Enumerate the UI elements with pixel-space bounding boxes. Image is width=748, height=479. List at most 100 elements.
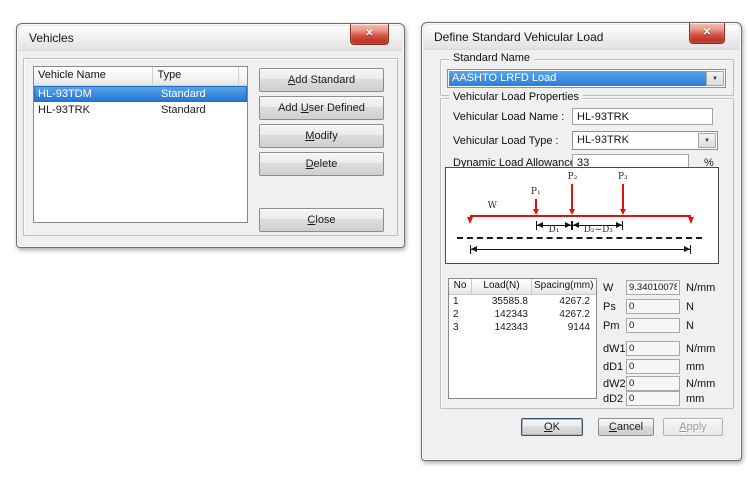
table-row[interactable]: 2 142343 4267.2 — [449, 308, 596, 321]
arrow-head — [684, 246, 690, 252]
p2-load-arrow — [569, 184, 575, 215]
ps-field-input[interactable] — [626, 299, 680, 314]
load-type-combobox[interactable]: HL-93TRK ▼ — [572, 131, 718, 150]
column-header-no[interactable]: No — [449, 279, 472, 294]
distributed-load-line — [470, 215, 690, 217]
dimension-line — [471, 249, 689, 250]
p3-load-label: P₃ — [618, 172, 628, 182]
apply-button[interactable]: Apply — [663, 418, 723, 436]
dd2-field-label: dD2 — [603, 393, 626, 405]
define-vehicular-load-dialog: Define Standard Vehicular Load ✕ Standar… — [421, 22, 742, 461]
vehicular-load-diagram: W P₁ P₂ P₃ D₁ D₂~D₃ — [445, 167, 719, 264]
load-cell: 142343 — [472, 308, 532, 321]
dropdown-arrow-icon[interactable]: ▼ — [698, 133, 716, 148]
p1-load-arrow — [533, 199, 539, 215]
arrow-head — [616, 222, 622, 228]
load-type-selected-value: HL-93TRK — [574, 133, 698, 148]
standard-name-combobox[interactable]: AASHTO LRFD Load ▼ — [447, 69, 726, 88]
dropdown-arrow-icon[interactable]: ▼ — [706, 71, 724, 86]
vehicle-list: Vehicle Name Type HL-93TDM Standard HL-9… — [33, 66, 248, 223]
load-name-label: Vehicular Load Name : — [453, 111, 564, 123]
overall-dimension-line — [470, 245, 690, 254]
w-field-input[interactable] — [626, 280, 680, 295]
dd2-field-input[interactable] — [626, 391, 680, 406]
no-cell: 2 — [449, 308, 472, 321]
column-header-type[interactable]: Type — [153, 67, 239, 85]
d2-d3-dimension-label: D₂~D₃ — [584, 225, 613, 235]
dd1-field-input[interactable] — [626, 359, 680, 374]
ps-field-label: Ps — [603, 301, 626, 313]
spacing-cell: 4267.2 — [532, 308, 594, 321]
arrow-head — [467, 217, 473, 224]
column-header-filler — [239, 67, 247, 85]
vehicle-list-header: Vehicle Name Type — [34, 67, 247, 86]
close-button[interactable]: Close — [259, 208, 384, 232]
load-cell: 35585.8 — [472, 295, 532, 308]
table-row[interactable]: 1 35585.8 4267.2 — [449, 295, 596, 308]
column-header-vehicle-name[interactable]: Vehicle Name — [34, 67, 153, 85]
p3-load-arrow — [620, 184, 626, 215]
dd1-field-unit: mm — [686, 361, 704, 373]
no-cell: 3 — [449, 321, 472, 334]
pm-field-label: Pm — [603, 320, 626, 332]
add-standard-button[interactable]: Add Standard — [259, 68, 384, 92]
field-row-w: W N/mm — [603, 280, 715, 295]
dw1-field-label: dW1 — [603, 343, 626, 355]
field-row-dw1: dW1 N/mm — [603, 341, 715, 356]
dw2-field-input[interactable] — [626, 376, 680, 391]
vehicle-name-cell: HL-93TRK — [34, 102, 157, 118]
arrow-head — [565, 222, 571, 228]
arrow-head — [688, 217, 694, 224]
w-load-label: W — [488, 201, 497, 211]
vehicles-close-button[interactable]: ✕ — [350, 24, 389, 45]
spacing-cell: 9144 — [532, 321, 594, 334]
field-row-ps: Ps N — [603, 299, 694, 314]
dw1-field-input[interactable] — [626, 341, 680, 356]
vehicles-dialog-title: Vehicles — [29, 31, 74, 45]
w-field-label: W — [603, 282, 626, 294]
arrow-stem — [622, 184, 624, 211]
d1-dimension-label: D₁ — [549, 225, 560, 235]
arrow-stem — [571, 184, 573, 211]
delete-button[interactable]: Delete — [259, 152, 384, 176]
tick-mark — [622, 221, 623, 230]
p1-load-label: P₁ — [531, 187, 541, 197]
arrow-head — [537, 222, 543, 228]
field-row-dd2: dD2 mm — [603, 391, 704, 406]
modify-button[interactable]: Modify — [259, 124, 384, 148]
vehicles-titlebar[interactable]: Vehicles — [19, 26, 402, 51]
dd2-field-unit: mm — [686, 393, 704, 405]
arrow-head — [471, 246, 477, 252]
ps-field-unit: N — [686, 301, 694, 313]
define-close-button[interactable]: ✕ — [689, 23, 725, 44]
load-name-input[interactable] — [572, 108, 713, 125]
field-row-dw2: dW2 N/mm — [603, 376, 715, 391]
field-row-pm: Pm N — [603, 318, 694, 333]
pm-field-input[interactable] — [626, 318, 680, 333]
table-row[interactable]: 3 142343 9144 — [449, 321, 596, 334]
p2-load-label: P₂ — [568, 172, 578, 182]
arrow-head — [573, 222, 579, 228]
load-spacing-table: No Load(N) Spacing(mm) 1 35585.8 4267.2 … — [448, 278, 597, 399]
list-item-hl-93tdm[interactable]: HL-93TDM Standard — [34, 86, 247, 102]
pm-field-unit: N — [686, 320, 694, 332]
column-header-spacing[interactable]: Spacing(mm) — [532, 279, 594, 294]
column-header-load[interactable]: Load(N) — [472, 279, 532, 294]
ok-button[interactable]: OK — [521, 418, 583, 436]
dw1-field-unit: N/mm — [686, 343, 715, 355]
standard-name-selected-value: AASHTO LRFD Load — [449, 71, 706, 86]
cancel-button[interactable]: Cancel — [598, 418, 654, 436]
spacing-cell: 4267.2 — [532, 295, 594, 308]
load-type-label: Vehicular Load Type : — [453, 135, 559, 147]
vehicle-name-cell: HL-93TDM — [34, 86, 157, 102]
define-dialog-title: Define Standard Vehicular Load — [434, 30, 603, 44]
vehicles-dialog: Vehicles ✕ Vehicle Name Type HL-93TDM St… — [16, 23, 405, 248]
add-user-defined-button[interactable]: Add User Defined — [259, 96, 384, 120]
close-icon: ✕ — [365, 28, 373, 39]
list-item-hl-93trk[interactable]: HL-93TRK Standard — [34, 102, 247, 118]
standard-name-group-label: Standard Name — [449, 52, 534, 64]
vehicle-type-cell: Standard — [157, 86, 245, 102]
field-row-dd1: dD1 mm — [603, 359, 704, 374]
dw2-field-unit: N/mm — [686, 378, 715, 390]
properties-group-label: Vehicular Load Properties — [449, 91, 583, 103]
